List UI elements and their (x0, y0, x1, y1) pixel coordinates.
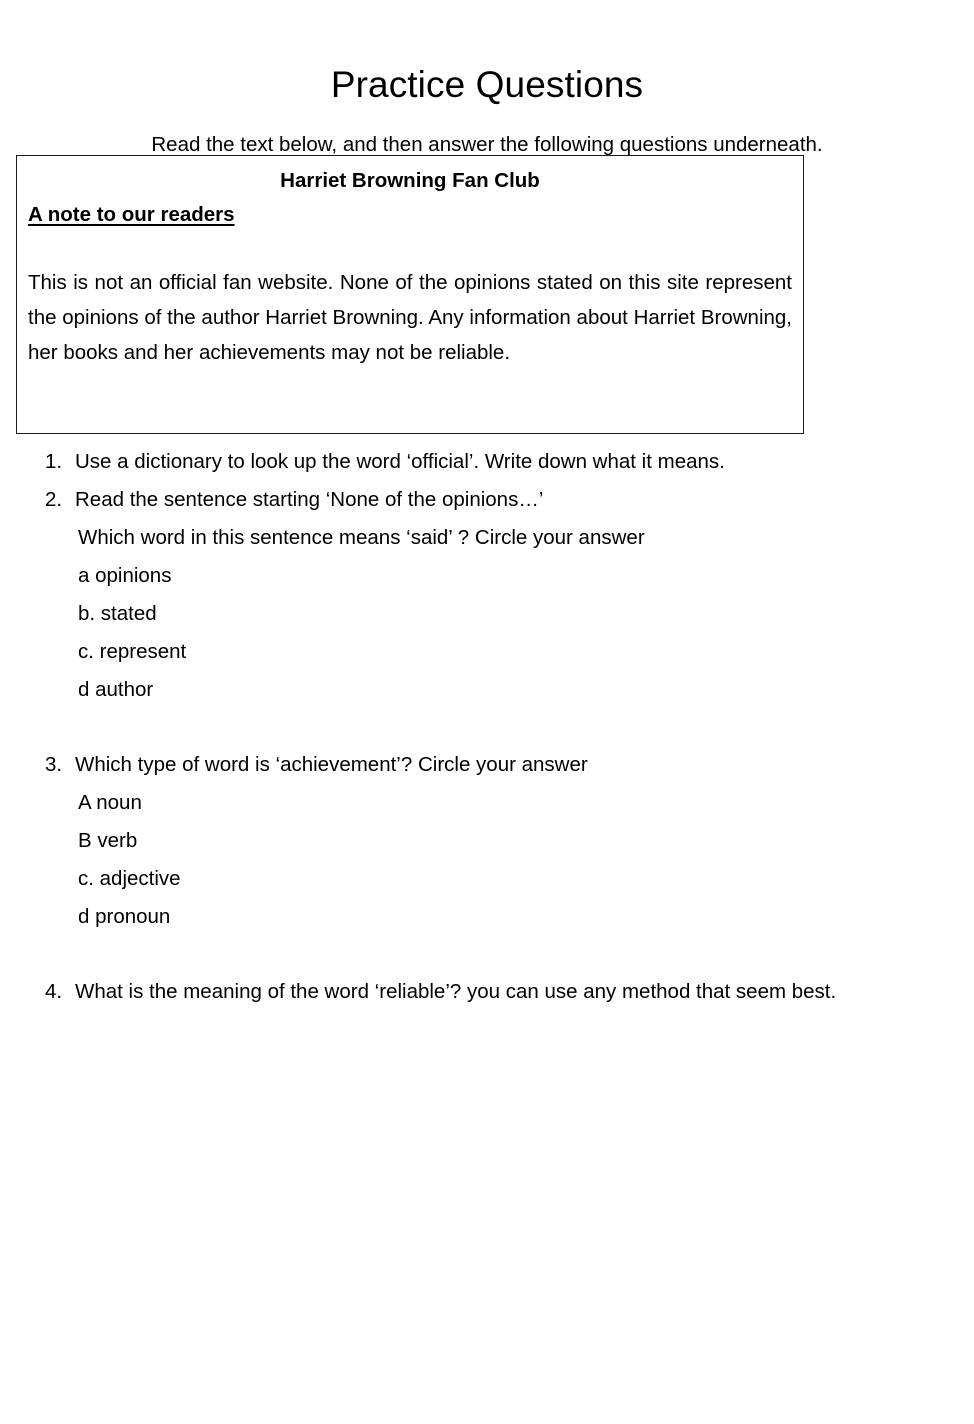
question-4-line: 4. What is the meaning of the word ‘relia… (0, 973, 974, 1011)
question-2-text: Read the sentence starting ‘None of the … (75, 488, 544, 511)
question-3-option-c[interactable]: c. adjective (0, 860, 974, 898)
question-item-3: 3. Which type of word is ‘achievement’? C… (0, 746, 974, 936)
question-2-option-a[interactable]: a opinions (0, 557, 974, 595)
questions-list: 1. Use a dictionary to look up the word ‘… (0, 443, 974, 1011)
question-2-option-b[interactable]: b. stated (0, 595, 974, 633)
source-text-box: Harriet Browning Fan Club A note to our … (16, 155, 804, 434)
question-2-option-d[interactable]: d author (0, 671, 974, 709)
question-item-4: 4. What is the meaning of the word ‘relia… (0, 973, 974, 1011)
question-3-option-b[interactable]: B verb (0, 822, 974, 860)
instruction-text: Read the text below, and then answer the… (151, 132, 823, 156)
question-1-line: 1. Use a dictionary to look up the word ‘… (0, 443, 974, 481)
question-3-line: 3. Which type of word is ‘achievement’? C… (0, 746, 974, 784)
question-2-subtext: Which word in this sentence means ‘said’… (78, 526, 645, 549)
question-3-option-a[interactable]: A noun (0, 784, 974, 822)
spacer-after-question-3 (0, 936, 974, 973)
question-3-option-d[interactable]: d pronoun (0, 898, 974, 936)
question-item-1: 1. Use a dictionary to look up the word ‘… (0, 443, 974, 481)
page-title: Practice Questions (330, 63, 644, 105)
spacer-after-question-2 (0, 709, 974, 746)
source-text-box-inner: Harriet Browning Fan Club A note to our … (17, 156, 803, 433)
question-item-2: 2. Read the sentence starting ‘None of th… (0, 481, 974, 709)
question-2-line: 2. Read the sentence starting ‘None of th… (0, 481, 974, 519)
question-2-number: 2. (45, 488, 63, 511)
worksheet-page: Practice Questions Read the text below, … (0, 0, 974, 1424)
source-box-body: This is not an official fan website. Non… (28, 271, 792, 364)
source-box-subheading: A note to our readers (28, 203, 235, 226)
question-4-number: 4. (45, 980, 63, 1003)
question-1-text: Use a dictionary to look up the word ‘of… (75, 450, 725, 473)
source-box-heading: Harriet Browning Fan Club (280, 169, 540, 192)
question-1-number: 1. (45, 450, 63, 473)
question-2-option-c[interactable]: c. represent (0, 633, 974, 671)
question-4-text: What is the meaning of the word ‘reliabl… (75, 980, 837, 1003)
question-3-text: Which type of word is ‘achievement’? Cir… (75, 753, 588, 776)
question-3-number: 3. (45, 753, 63, 776)
